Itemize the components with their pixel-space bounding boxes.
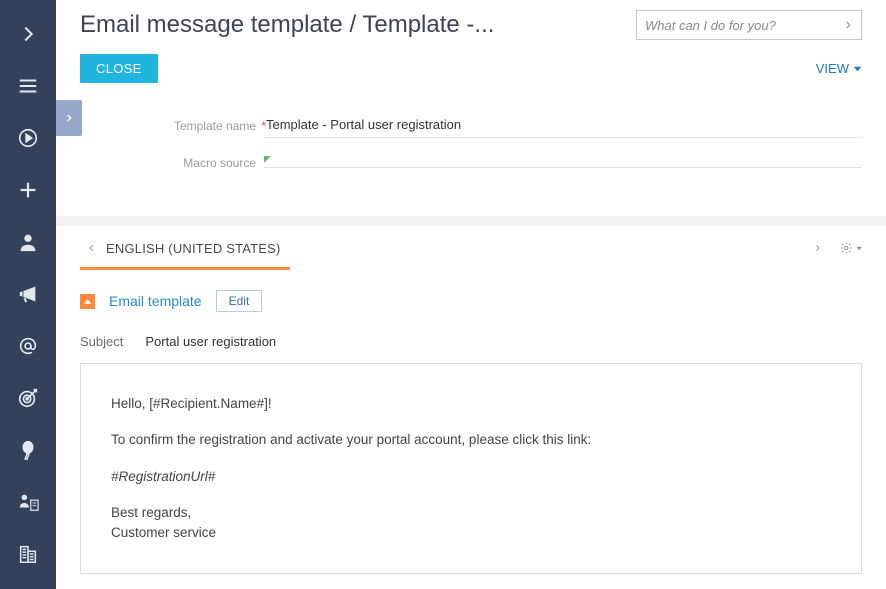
gear-button[interactable] bbox=[840, 237, 862, 259]
menu-icon[interactable] bbox=[0, 60, 56, 112]
body-line-signoff2: Customer service bbox=[111, 523, 831, 543]
language-label[interactable]: ENGLISH (UNITED STATES) bbox=[106, 241, 281, 256]
close-button[interactable]: CLOSE bbox=[80, 54, 158, 83]
at-icon[interactable] bbox=[0, 320, 56, 372]
plus-icon[interactable] bbox=[0, 164, 56, 216]
edit-button[interactable]: Edit bbox=[216, 290, 263, 312]
email-body-preview: Hello, [#Recipient.Name#]! To confirm th… bbox=[80, 363, 862, 574]
lang-prev-button[interactable] bbox=[80, 237, 102, 259]
caret-down-icon bbox=[853, 66, 862, 72]
page-title: Email message template / Template -... bbox=[80, 11, 494, 39]
user-icon[interactable] bbox=[0, 216, 56, 268]
form-block: Template name* Template - Portal user re… bbox=[80, 113, 862, 170]
caret-up-icon bbox=[83, 298, 92, 305]
caret-down-icon bbox=[856, 246, 862, 251]
search-placeholder: What can I do for you? bbox=[645, 18, 843, 33]
view-dropdown[interactable]: VIEW bbox=[816, 61, 862, 76]
section-header: Email template Edit bbox=[80, 290, 862, 312]
lang-next-button[interactable] bbox=[806, 237, 828, 259]
subject-row: Subject Portal user registration bbox=[80, 334, 862, 349]
macro-source-label: Macro source bbox=[160, 156, 264, 170]
body-line-greeting: Hello, [#Recipient.Name#]! bbox=[111, 394, 831, 414]
app-root: Email message template / Template -... W… bbox=[0, 0, 886, 589]
header-card: Email message template / Template -... W… bbox=[56, 0, 886, 216]
lang-bar-right bbox=[806, 237, 862, 259]
main-area: Email message template / Template -... W… bbox=[56, 0, 886, 589]
balloon-icon[interactable] bbox=[0, 424, 56, 476]
subject-label: Subject bbox=[80, 334, 123, 349]
header-top: Email message template / Template -... W… bbox=[80, 10, 862, 40]
chevron-right-icon bbox=[843, 18, 853, 32]
target-icon[interactable] bbox=[0, 372, 56, 424]
body-line-url: #RegistrationUrl# bbox=[111, 467, 831, 487]
active-tab-underline bbox=[80, 267, 290, 270]
template-name-label: Template name* bbox=[160, 119, 264, 133]
macro-source-row: Macro source bbox=[80, 156, 862, 170]
view-label: VIEW bbox=[816, 61, 849, 76]
header-actions: CLOSE VIEW bbox=[80, 54, 862, 83]
section-title[interactable]: Email template bbox=[109, 293, 202, 309]
macro-source-field[interactable] bbox=[264, 158, 862, 168]
megaphone-icon[interactable] bbox=[0, 268, 56, 320]
sidebar-expand-icon[interactable] bbox=[0, 8, 56, 60]
play-circle-icon[interactable] bbox=[0, 112, 56, 164]
subject-value: Portal user registration bbox=[145, 334, 276, 349]
body-line-signoff1: Best regards, bbox=[111, 503, 831, 523]
building-icon[interactable] bbox=[0, 528, 56, 580]
section-collapse-toggle[interactable] bbox=[80, 294, 95, 309]
search-input[interactable]: What can I do for you? bbox=[636, 10, 862, 40]
collapse-handle[interactable] bbox=[56, 100, 82, 136]
gear-icon bbox=[840, 240, 853, 256]
sidebar bbox=[0, 0, 56, 589]
required-marker: * bbox=[261, 119, 266, 133]
language-bar: ENGLISH (UNITED STATES) bbox=[80, 226, 862, 270]
detail-card: ENGLISH (UNITED STATES) Email template bbox=[56, 226, 886, 589]
template-name-field[interactable]: Template - Portal user registration bbox=[264, 113, 862, 138]
template-name-row: Template name* Template - Portal user re… bbox=[80, 113, 862, 138]
body-line-instruction: To confirm the registration and activate… bbox=[111, 430, 831, 450]
orgchart-icon[interactable] bbox=[0, 476, 56, 528]
